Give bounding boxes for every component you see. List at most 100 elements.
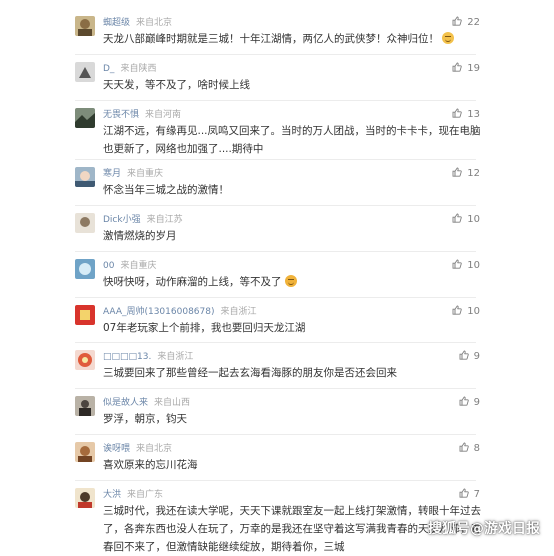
like-button[interactable]: 10	[452, 305, 480, 319]
user-avatar[interactable]	[75, 488, 95, 508]
username-link[interactable]: 蜘超级	[103, 18, 130, 28]
username-link[interactable]: 寒月	[103, 169, 121, 179]
like-count: 13	[467, 109, 480, 120]
comment-meta: 似是故人来 来自山西	[103, 396, 190, 410]
comment-text: 怀念当年三城之战的激情！	[103, 181, 483, 199]
username-link[interactable]: 00	[103, 261, 114, 271]
thumbs-up-icon	[452, 62, 462, 72]
like-count: 12	[467, 168, 480, 179]
comment-text: 快呀快呀，动作麻溜的上线，等不及了	[103, 273, 483, 291]
user-avatar[interactable]	[75, 62, 95, 82]
thumbs-up-icon	[452, 167, 462, 177]
like-count: 10	[467, 306, 480, 317]
comment-meta: 寒月 来自重庆	[103, 167, 163, 181]
comment-meta: □□□□13. 来自浙江	[103, 350, 193, 364]
user-avatar[interactable]	[75, 442, 95, 462]
user-avatar[interactable]	[75, 305, 95, 325]
location-source: 来自江苏	[146, 215, 183, 225]
smile-emoji-icon	[442, 32, 454, 44]
username-link[interactable]: 诶呀喂	[103, 444, 130, 454]
like-count: 22	[467, 17, 480, 28]
thumbs-up-icon	[452, 108, 462, 118]
thumbs-up-icon	[452, 16, 462, 26]
like-count: 9	[473, 397, 480, 408]
comment-divider	[75, 480, 476, 481]
location-source: 来自广东	[127, 490, 164, 500]
user-avatar[interactable]	[75, 108, 95, 128]
watermark: 搜狐号@游戏日报	[428, 521, 540, 537]
comment-text: 07年老玩家上个前排，我也要回归天龙江湖	[103, 319, 483, 337]
comment-divider	[75, 388, 476, 389]
comment-body: 怀念当年三城之战的激情！	[103, 184, 229, 196]
comment-meta: 无畏不惧 来自河南	[103, 108, 181, 122]
thumbs-up-icon	[459, 350, 469, 360]
comment-text: 三城时代，我还在读大学呢，天天下课就跟室友一起上线打架激情，转眼十年过去了，各奔…	[103, 502, 483, 556]
user-avatar[interactable]	[75, 259, 95, 279]
comment-divider	[75, 251, 476, 252]
username-link[interactable]: 似是故人来	[103, 398, 148, 408]
comment-text: 三城要回来了那些曾经一起去玄海看海豚的朋友你是否还会回来	[103, 364, 483, 382]
comment-divider	[75, 297, 476, 298]
location-source: 来自陕西	[120, 64, 157, 74]
comment-meta: Dick小强 来自江苏	[103, 213, 183, 227]
like-count: 19	[467, 63, 480, 74]
like-button[interactable]: 22	[452, 16, 480, 30]
like-button[interactable]: 10	[452, 259, 480, 273]
comment-meta: 00 来自重庆	[103, 259, 156, 273]
location-source: 来自河南	[145, 110, 182, 120]
comment-list: 蜘超级 来自北京 22 天龙八部巅峰时期就是三城！十年江湖情，两亿人的武侠梦！众神归位…	[0, 0, 554, 553]
user-avatar[interactable]	[75, 213, 95, 233]
comment-body: 快呀快呀，动作麻溜的上线，等不及了	[103, 276, 282, 288]
like-count: 10	[467, 260, 480, 271]
comment-divider	[75, 100, 476, 101]
comment-text: 天龙八部巅峰时期就是三城！十年江湖情，两亿人的武侠梦！众神归位！	[103, 30, 483, 48]
comment-divider	[75, 54, 476, 55]
location-source: 来自山西	[154, 398, 191, 408]
username-link[interactable]: 无畏不惧	[103, 110, 139, 120]
thumbs-up-icon	[459, 442, 469, 452]
location-source: 来自北京	[136, 444, 173, 454]
username-link[interactable]: AAA_周帅(13016008678)	[103, 307, 214, 317]
like-button[interactable]: 8	[459, 442, 480, 456]
username-link[interactable]: 大洪	[103, 490, 121, 500]
user-avatar[interactable]	[75, 167, 95, 187]
like-button[interactable]: 9	[459, 396, 480, 410]
user-avatar[interactable]	[75, 350, 95, 370]
thumbs-up-icon	[452, 259, 462, 269]
username-link[interactable]: □□□□13.	[103, 352, 151, 362]
comment-body: 三城时代，我还在读大学呢，天天下课就跟室友一起上线打架激情，转眼十年过去了，各奔…	[103, 505, 481, 553]
like-button[interactable]: 19	[452, 62, 480, 76]
comment-meta: 诶呀喂 来自北京	[103, 442, 172, 456]
location-source: 来自浙江	[220, 307, 257, 317]
comment-body: 07年老玩家上个前排，我也要回归天龙江湖	[103, 322, 306, 334]
comment-body: 三城要回来了那些曾经一起去玄海看海豚的朋友你是否还会回来	[103, 367, 397, 379]
comment-body: 喜欢原来的忘川花海	[103, 459, 198, 471]
like-count: 8	[473, 443, 480, 454]
username-link[interactable]: Dick小强	[103, 215, 141, 225]
username-link[interactable]: D_	[103, 64, 114, 74]
comment-body: 天天发，等不及了，啥时候上线	[103, 79, 250, 91]
comment-body: 罗浮，朝京，钧天	[103, 413, 187, 425]
comment-meta: D_ 来自陕西	[103, 62, 156, 76]
like-button[interactable]: 9	[459, 350, 480, 364]
like-button[interactable]: 12	[452, 167, 480, 181]
comment-text: 江湖不远，有缘再见...凤鸣又回来了。当时的万人团战，当时的卡卡卡，现在电脑也更…	[103, 122, 483, 158]
comment-text: 天天发，等不及了，啥时候上线	[103, 76, 483, 94]
comment-meta: 蜘超级 来自北京	[103, 16, 172, 30]
comment-text: 罗浮，朝京，钧天	[103, 410, 483, 428]
user-avatar[interactable]	[75, 16, 95, 36]
location-source: 来自重庆	[127, 169, 164, 179]
thumbs-up-icon	[452, 213, 462, 223]
user-avatar[interactable]	[75, 396, 95, 416]
like-button[interactable]: 13	[452, 108, 480, 122]
comment-divider	[75, 159, 476, 160]
like-button[interactable]: 10	[452, 213, 480, 227]
comment-text: 喜欢原来的忘川花海	[103, 456, 483, 474]
comment-body: 激情燃烧的岁月	[103, 230, 177, 242]
comment-divider	[75, 205, 476, 206]
comment-text: 激情燃烧的岁月	[103, 227, 483, 245]
comment-body: 江湖不远，有缘再见...凤鸣又回来了。当时的万人团战，当时的卡卡卡，现在电脑也更…	[103, 125, 481, 155]
comment-divider	[75, 342, 476, 343]
location-source: 来自北京	[136, 18, 173, 28]
like-button[interactable]: 7	[459, 488, 480, 502]
